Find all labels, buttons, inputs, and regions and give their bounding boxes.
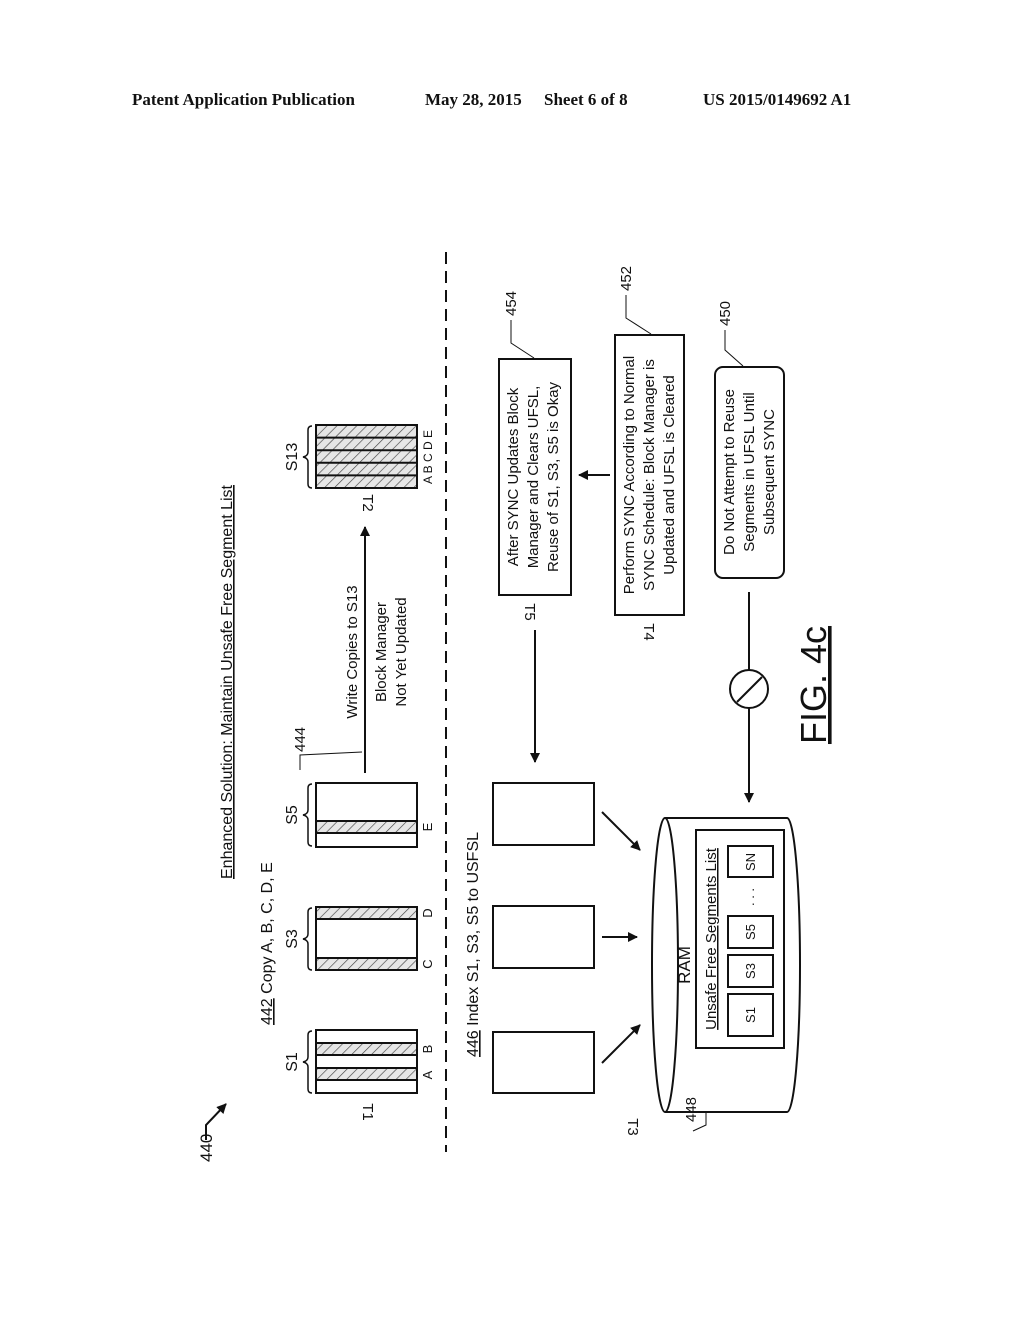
segment-s1: S1 A B — [284, 1029, 435, 1094]
box-450-line-3: Subsequent SYNC — [761, 409, 778, 535]
step-442: 442 Copy A, B, C, D, E — [259, 862, 276, 1025]
ref-454: 454 — [503, 291, 520, 316]
box-454-line-3: Reuse of S1, S3, S5 is Okay — [545, 381, 562, 572]
svg-text:S3: S3 — [743, 963, 758, 979]
box-452-line-3: Updated and UFSL is Cleared — [661, 375, 678, 575]
index-arrow-3 — [601, 811, 641, 851]
time-t2: T2 — [359, 494, 376, 512]
time-t1: T1 — [359, 1103, 376, 1121]
ref-450: 450 — [717, 301, 734, 326]
ref-454-leader — [510, 320, 535, 359]
figure-4c: 440 Enhanced Solution: Maintain Unsafe F… — [197, 252, 834, 1162]
write-copies-label: Write Copies to S13 — [344, 585, 361, 718]
block-c-label: C — [420, 959, 435, 968]
figure-title: Enhanced Solution: Maintain Unsafe Free … — [219, 484, 236, 879]
box-454-line-2: Manager and Clears UFSL, — [525, 386, 542, 569]
step-442-text: Copy A, B, C, D, E — [259, 862, 276, 998]
ref-444-leader — [299, 751, 363, 770]
segment-s1-label: S1 — [284, 1052, 301, 1072]
time-t5: T5 — [521, 603, 538, 621]
ufsl-ellipsis: . . . — [742, 888, 757, 906]
ref-442: 442 — [259, 998, 276, 1025]
svg-text:SN: SN — [743, 853, 758, 871]
box-454-line-1: After SYNC Updates Block — [505, 387, 522, 566]
ref-450-leader — [724, 330, 744, 367]
block-b-label: B — [420, 1045, 435, 1054]
box-452-line-1: Perform SYNC According to Normal — [621, 356, 638, 594]
step-446: 446 Index S1, S3, S5 to USFSL — [465, 832, 482, 1057]
step-446-text: Index S1, S3, S5 to USFSL — [465, 832, 482, 1030]
box-452-line-2: SYNC Schedule: Block Manager is — [641, 359, 658, 591]
ref-448: 448 — [683, 1097, 700, 1122]
segment-s13: S13 A B C D E — [284, 424, 435, 489]
segment-s5: S5 E — [284, 782, 435, 848]
ufsl-title: Unsafe Free Segments List — [703, 847, 720, 1030]
figure-caption: FIG. 4c — [793, 626, 834, 744]
ref-446: 446 — [465, 1030, 482, 1057]
segment-s13-label: S13 — [284, 443, 301, 472]
ram-cylinder: RAM Unsafe Free Segments List S1 S3 S5 S… — [651, 817, 801, 1113]
block-e-label: E — [420, 822, 435, 831]
segment-s3: S3 C D — [284, 906, 435, 971]
index-box-s5 — [492, 782, 595, 846]
s13-block-labels: A B C D E — [421, 430, 435, 484]
ref-452: 452 — [618, 266, 635, 291]
ref-444: 444 — [292, 727, 309, 752]
time-t4: T4 — [640, 623, 657, 641]
not-yet-updated-label: Not Yet Updated — [393, 597, 410, 706]
block-a-label: A — [420, 1070, 435, 1079]
block-manager-label: Block Manager — [373, 602, 390, 702]
ram-label: RAM — [675, 946, 694, 984]
index-box-s3 — [492, 905, 595, 969]
svg-text:S5: S5 — [743, 924, 758, 940]
svg-text:S1: S1 — [743, 1007, 758, 1023]
box-450-line-1: Do Not Attempt to Reuse — [721, 389, 738, 555]
index-box-s1 — [492, 1031, 595, 1094]
segment-s5-label: S5 — [284, 805, 301, 825]
box-450-line-2: Segments in UFSL Until — [741, 392, 758, 552]
time-t3: T3 — [624, 1118, 641, 1136]
ref-452-leader — [625, 295, 652, 335]
block-d-label: D — [420, 908, 435, 917]
segment-s3-label: S3 — [284, 929, 301, 949]
index-arrow-1 — [601, 1024, 641, 1064]
